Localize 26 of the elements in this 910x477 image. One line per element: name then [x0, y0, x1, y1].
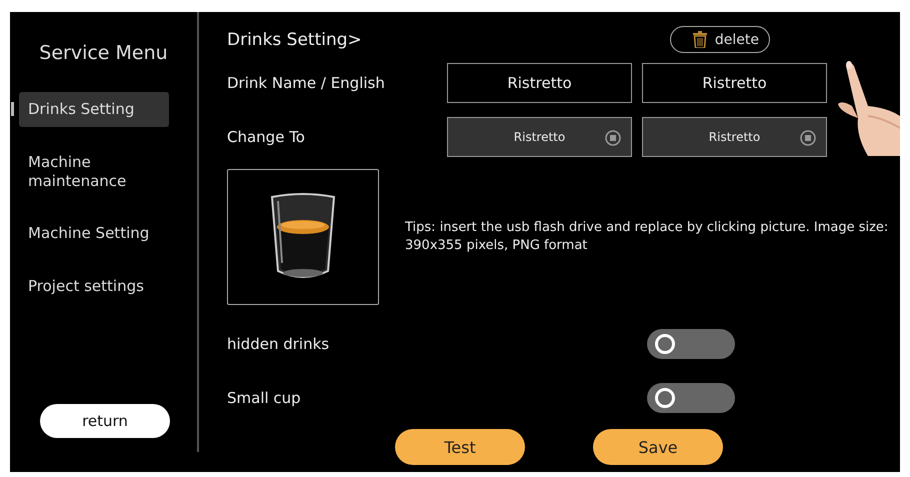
toggle-label: hidden drinks [227, 335, 330, 353]
sidebar-item[interactable]: Machine maintenance [19, 144, 169, 198]
toggle-switch[interactable] [647, 383, 735, 413]
field-label: Drink Name / English [227, 74, 386, 92]
toggle-label: Small cup [227, 389, 302, 407]
page-title: Drinks Setting> [227, 30, 362, 50]
dropdown-field[interactable]: Ristretto [642, 117, 827, 157]
sidebar-item[interactable]: Project settings [19, 269, 169, 304]
menu-title: Service Menu [38, 42, 169, 64]
list-icon [605, 130, 621, 146]
return-button[interactable]: return [40, 404, 170, 438]
save-button[interactable]: Save [593, 429, 723, 465]
trash-icon [692, 31, 707, 48]
field-label: Change To [227, 128, 306, 146]
list-icon [800, 130, 816, 146]
delete-button[interactable]: delete [670, 26, 770, 53]
drink-image[interactable] [227, 169, 379, 305]
selection-marker [11, 102, 14, 116]
tip-text: Tips: insert the usb flash drive and replace by clicking picture. Image size: 390x355 pixels, PNG format [405, 218, 890, 255]
sidebar-item[interactable]: Drinks Setting [19, 92, 169, 127]
toggle-switch[interactable] [647, 329, 735, 359]
name-field[interactable]: Ristretto [642, 63, 827, 103]
sidebar-item[interactable]: Machine Setting [19, 216, 169, 251]
name-field[interactable]: Ristretto [447, 63, 632, 103]
dropdown-field[interactable]: Ristretto [447, 117, 632, 157]
test-button[interactable]: Test [395, 429, 525, 465]
